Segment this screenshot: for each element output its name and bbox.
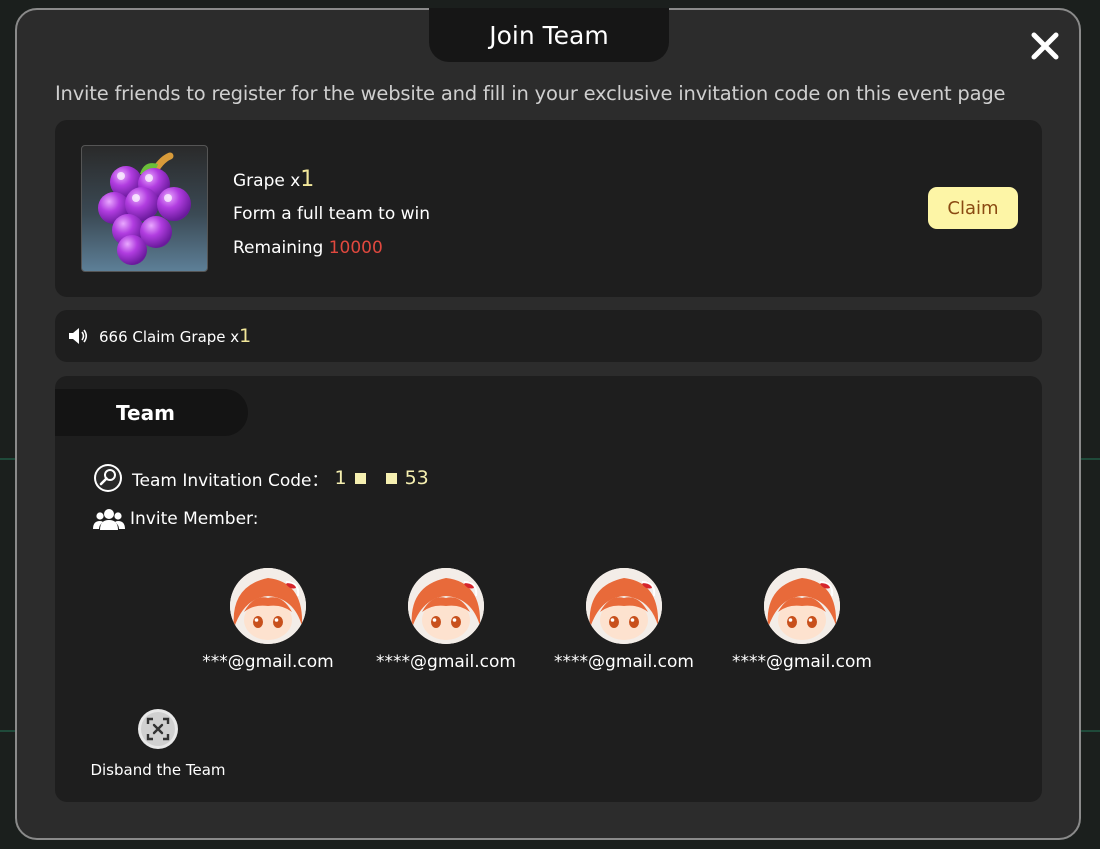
reward-item-count: 1 bbox=[300, 167, 315, 192]
team-tab-label: Team bbox=[116, 400, 175, 425]
avatar-image bbox=[764, 568, 840, 644]
notice-message: 666 Claim Grape x bbox=[99, 328, 240, 346]
reward-item-name: Grape x bbox=[233, 171, 301, 191]
team-panel: Team Team Invitation Code： 1 53 Invite M… bbox=[55, 376, 1042, 802]
notice-count: 1 bbox=[239, 325, 252, 347]
invitation-code-value[interactable]: 1 53 bbox=[334, 467, 428, 489]
notice-bar: 666 Claim Grape x1 bbox=[55, 310, 1042, 362]
disband-team-label: Disband the Team bbox=[90, 761, 226, 779]
invitation-code-row: Team Invitation Code： 1 53 bbox=[93, 463, 429, 493]
grape-icon bbox=[98, 152, 191, 265]
close-icon[interactable] bbox=[1029, 30, 1061, 62]
team-member-1: ***@gmail.com bbox=[179, 568, 357, 672]
notice-text: 666 Claim Grape x1 bbox=[99, 325, 251, 347]
reward-item: Grape x1 bbox=[233, 162, 430, 198]
claim-button[interactable]: Claim bbox=[928, 187, 1018, 229]
team-member-2: ****@gmail.com bbox=[357, 568, 535, 672]
grape-image bbox=[81, 145, 208, 272]
redacted-block bbox=[385, 472, 397, 484]
avatar-image bbox=[408, 568, 484, 644]
modal-title: Join Team bbox=[429, 8, 669, 62]
member-email: ****@gmail.com bbox=[554, 652, 694, 672]
avatar-image bbox=[586, 568, 662, 644]
reward-remaining: Remaining 10000 bbox=[233, 230, 430, 266]
invitation-code-suffix: 53 bbox=[404, 467, 429, 489]
disband-icon bbox=[138, 709, 178, 749]
remaining-label: Remaining bbox=[233, 238, 324, 258]
avatar bbox=[764, 568, 840, 644]
team-tab: Team bbox=[55, 389, 248, 436]
reward-card: Grape x1 Form a full team to win Remaini… bbox=[55, 120, 1042, 297]
avatar bbox=[408, 568, 484, 644]
team-member-4: ****@gmail.com bbox=[713, 568, 891, 672]
redacted-block bbox=[354, 472, 366, 484]
speaker-icon bbox=[69, 328, 88, 344]
member-email: ****@gmail.com bbox=[376, 652, 516, 672]
avatar bbox=[230, 568, 306, 644]
team-member-3: ****@gmail.com bbox=[535, 568, 713, 672]
users-icon bbox=[93, 509, 125, 530]
member-email: ***@gmail.com bbox=[202, 652, 334, 672]
reward-condition: Form a full team to win bbox=[233, 204, 431, 224]
disband-team-button[interactable]: Disband the Team bbox=[88, 708, 228, 779]
remaining-value: 10000 bbox=[328, 238, 383, 258]
join-team-modal: Join Team Invite friends to register for… bbox=[15, 8, 1081, 840]
intro-text: Invite friends to register for the websi… bbox=[55, 82, 1006, 105]
invite-member-label: Invite Member: bbox=[130, 509, 259, 529]
invitation-code-label: Team Invitation Code： bbox=[132, 470, 329, 491]
magnifier-icon bbox=[94, 464, 122, 492]
member-email: ****@gmail.com bbox=[732, 652, 872, 672]
invitation-code-prefix: 1 bbox=[334, 467, 347, 489]
avatar bbox=[586, 568, 662, 644]
avatar-image bbox=[230, 568, 306, 644]
reward-details: Grape x1 Form a full team to win Remaini… bbox=[233, 162, 430, 266]
invite-member-row: Invite Member: bbox=[93, 507, 258, 531]
